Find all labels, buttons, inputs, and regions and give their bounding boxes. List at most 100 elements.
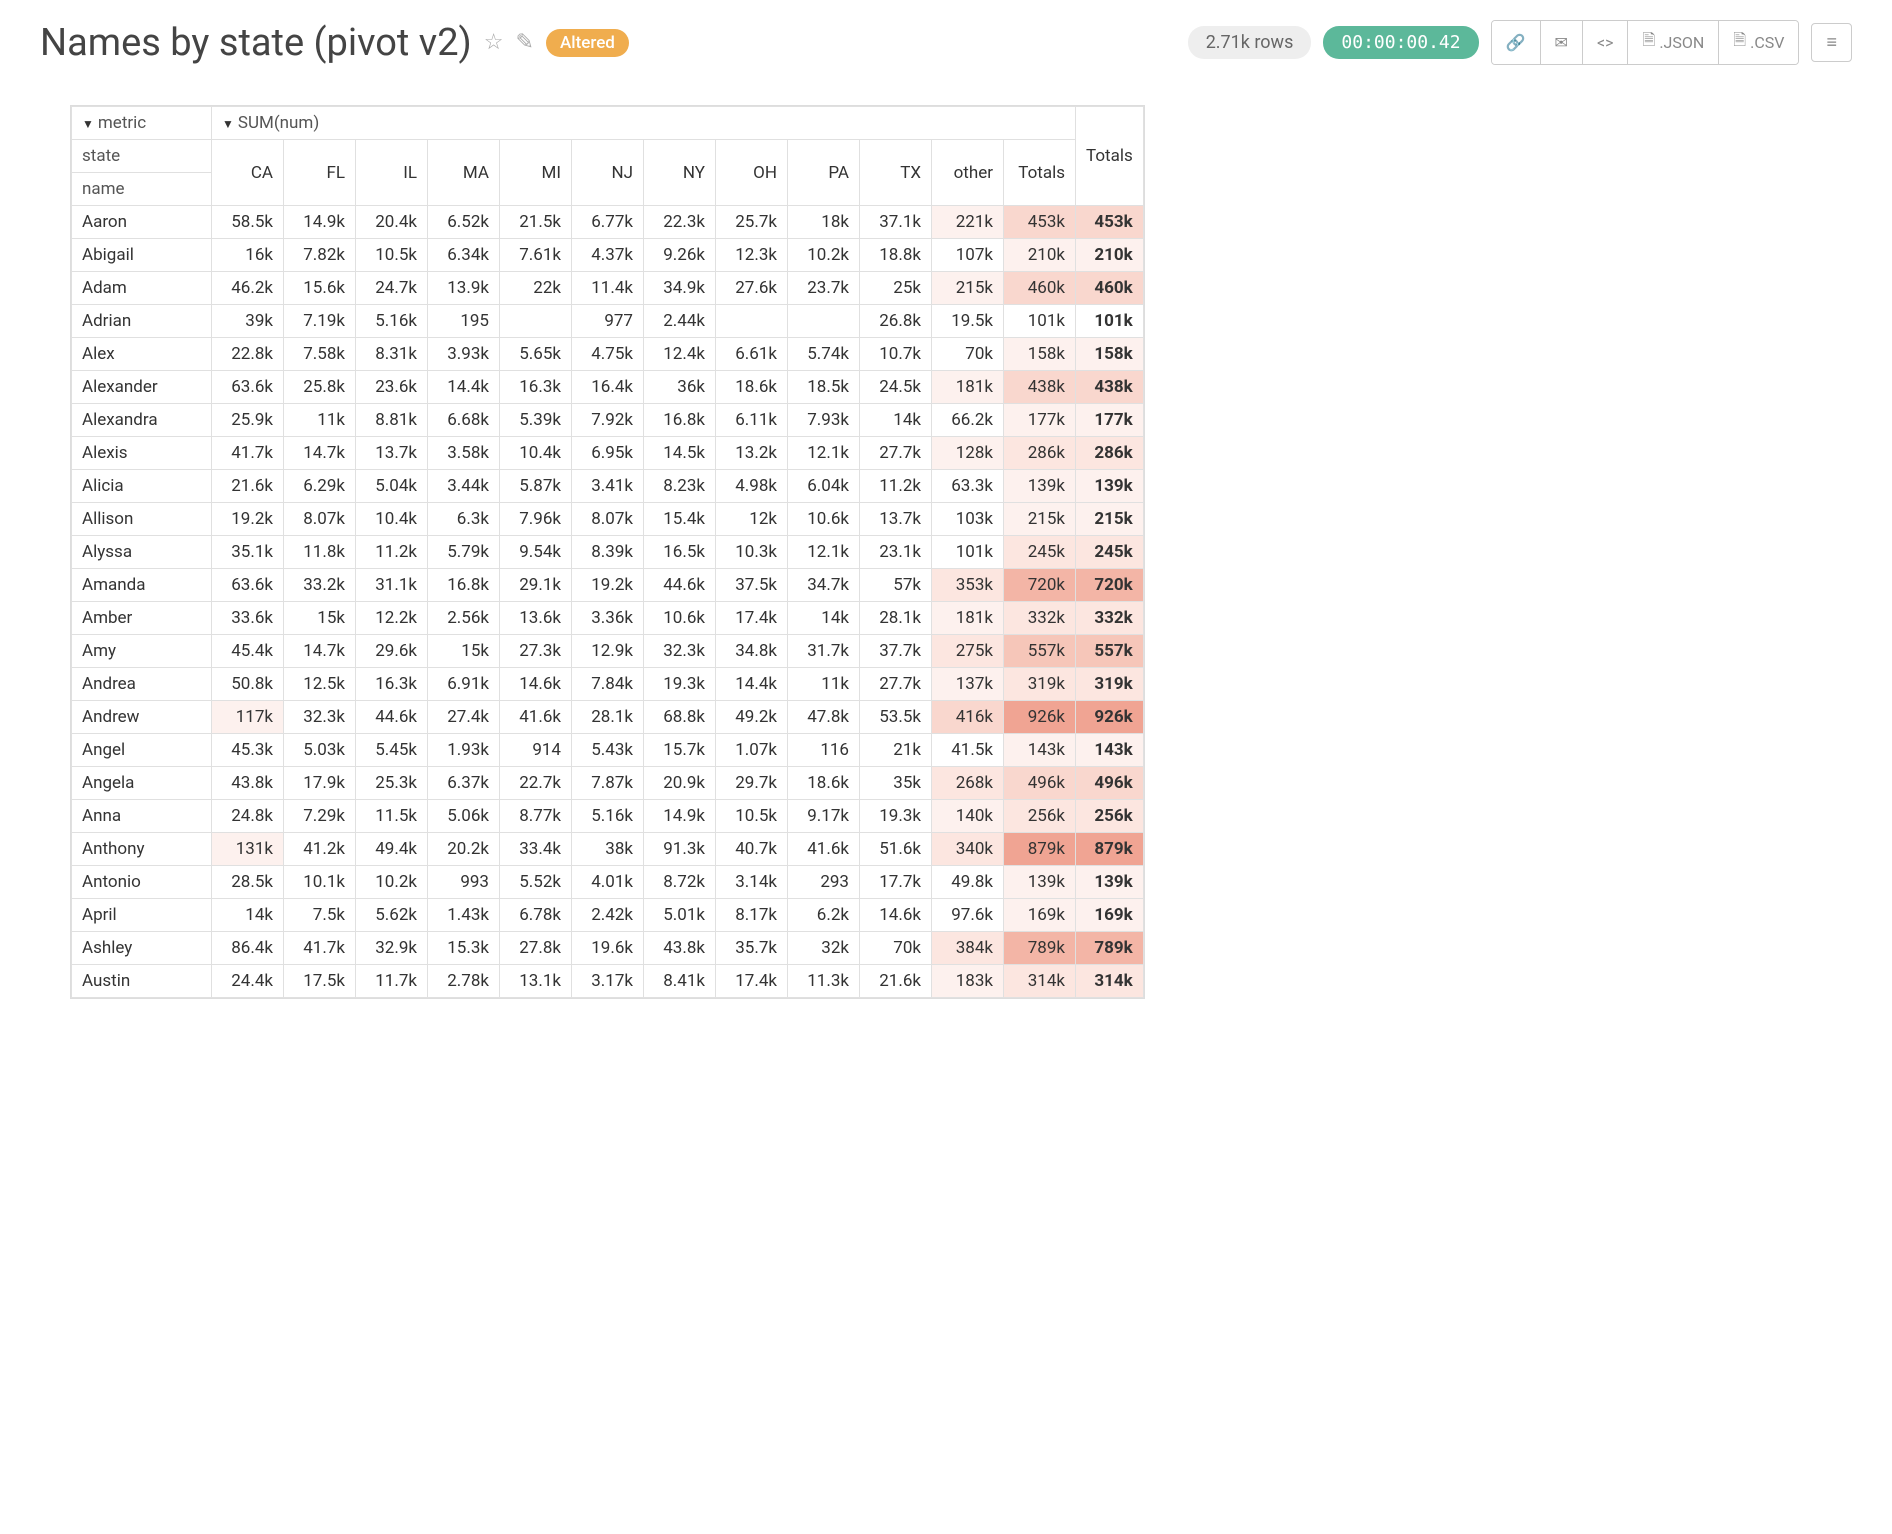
value-cell[interactable]: 314k [1004,965,1076,998]
value-cell[interactable]: 20.2k [428,833,500,866]
value-cell[interactable]: 49.4k [356,833,428,866]
value-cell[interactable]: 12.4k [644,338,716,371]
value-cell[interactable]: 17.4k [716,602,788,635]
value-cell[interactable]: 210k [1004,239,1076,272]
value-cell[interactable]: 35.1k [212,536,284,569]
value-cell[interactable]: 37.1k [860,206,932,239]
value-cell[interactable]: 43.8k [644,932,716,965]
col-header[interactable]: NJ [572,140,644,206]
value-cell[interactable]: 460k [1004,272,1076,305]
value-cell[interactable]: 2.78k [428,965,500,998]
col-header[interactable]: MI [500,140,572,206]
value-cell[interactable]: 221k [932,206,1004,239]
row-total-cell[interactable]: 332k [1076,602,1144,635]
value-cell[interactable]: 7.29k [284,800,356,833]
value-cell[interactable]: 993 [428,866,500,899]
email-button[interactable]: ✉ [1541,21,1583,64]
value-cell[interactable]: 8.17k [716,899,788,932]
value-cell[interactable]: 25.7k [716,206,788,239]
value-cell[interactable]: 20.9k [644,767,716,800]
name-cell[interactable]: Aaron [72,206,212,239]
name-cell[interactable]: Ashley [72,932,212,965]
value-cell[interactable]: 256k [1004,800,1076,833]
value-cell[interactable]: 7.58k [284,338,356,371]
value-cell[interactable]: 6.77k [572,206,644,239]
value-cell[interactable]: 6.2k [788,899,860,932]
value-cell[interactable]: 6.29k [284,470,356,503]
value-cell[interactable]: 11.4k [572,272,644,305]
value-cell[interactable]: 22.8k [212,338,284,371]
value-cell[interactable]: 6.52k [428,206,500,239]
value-cell[interactable]: 245k [1004,536,1076,569]
value-cell[interactable]: 10.5k [356,239,428,272]
value-cell[interactable]: 4.75k [572,338,644,371]
value-cell[interactable]: 1.07k [716,734,788,767]
value-cell[interactable]: 6.61k [716,338,788,371]
value-cell[interactable]: 7.82k [284,239,356,272]
star-icon[interactable]: ☆ [484,30,504,55]
name-cell[interactable]: Adrian [72,305,212,338]
value-cell[interactable]: 10.2k [356,866,428,899]
row-total-cell[interactable]: 879k [1076,833,1144,866]
value-cell[interactable]: 139k [1004,866,1076,899]
value-cell[interactable]: 14.4k [716,668,788,701]
value-cell[interactable]: 12.1k [788,536,860,569]
value-cell[interactable]: 14k [212,899,284,932]
value-cell[interactable]: 6.37k [428,767,500,800]
name-cell[interactable]: Angel [72,734,212,767]
value-cell[interactable]: 24.4k [212,965,284,998]
value-cell[interactable]: 3.93k [428,338,500,371]
name-cell[interactable]: Alexander [72,371,212,404]
value-cell[interactable]: 8.72k [644,866,716,899]
value-cell[interactable]: 34.7k [788,569,860,602]
export-csv-button[interactable]: 🗎 .CSV [1719,21,1798,64]
value-cell[interactable]: 11k [284,404,356,437]
embed-button[interactable]: <> [1583,21,1629,64]
name-cell[interactable]: Antonio [72,866,212,899]
edit-icon[interactable]: ✎ [516,30,534,55]
value-cell[interactable]: 5.74k [788,338,860,371]
value-cell[interactable]: 353k [932,569,1004,602]
value-cell[interactable]: 33.6k [212,602,284,635]
col-header[interactable]: Totals [1004,140,1076,206]
value-cell[interactable]: 5.62k [356,899,428,932]
value-cell[interactable]: 27.6k [716,272,788,305]
value-cell[interactable]: 19.6k [572,932,644,965]
value-cell[interactable]: 15.7k [644,734,716,767]
value-cell[interactable]: 195 [428,305,500,338]
col-header[interactable]: CA [212,140,284,206]
value-cell[interactable]: 6.68k [428,404,500,437]
value-cell[interactable]: 45.3k [212,734,284,767]
value-cell[interactable]: 14k [860,404,932,437]
value-cell[interactable]: 40.7k [716,833,788,866]
value-cell[interactable]: 29.7k [716,767,788,800]
value-cell[interactable]: 11.2k [860,470,932,503]
value-cell[interactable]: 33.4k [500,833,572,866]
value-cell[interactable]: 12.1k [788,437,860,470]
value-cell[interactable] [716,305,788,338]
value-cell[interactable]: 1.93k [428,734,500,767]
value-cell[interactable]: 143k [1004,734,1076,767]
value-cell[interactable]: 181k [932,602,1004,635]
value-cell[interactable]: 4.01k [572,866,644,899]
col-header[interactable]: TX [860,140,932,206]
value-cell[interactable]: 28.5k [212,866,284,899]
value-cell[interactable]: 16.8k [428,569,500,602]
value-cell[interactable]: 10.4k [356,503,428,536]
value-cell[interactable]: 15.3k [428,932,500,965]
value-cell[interactable]: 13.1k [500,965,572,998]
value-cell[interactable]: 12.2k [356,602,428,635]
value-cell[interactable]: 7.84k [572,668,644,701]
name-cell[interactable]: Abigail [72,239,212,272]
sum-header[interactable]: ▼SUM(num) [212,107,1076,140]
col-header[interactable]: FL [284,140,356,206]
value-cell[interactable]: 37.5k [716,569,788,602]
row-total-cell[interactable]: 177k [1076,404,1144,437]
value-cell[interactable]: 914 [500,734,572,767]
value-cell[interactable]: 44.6k [356,701,428,734]
value-cell[interactable]: 16.4k [572,371,644,404]
value-cell[interactable]: 19.3k [860,800,932,833]
value-cell[interactable]: 268k [932,767,1004,800]
value-cell[interactable]: 34.8k [716,635,788,668]
link-button[interactable]: 🔗 [1492,21,1541,64]
